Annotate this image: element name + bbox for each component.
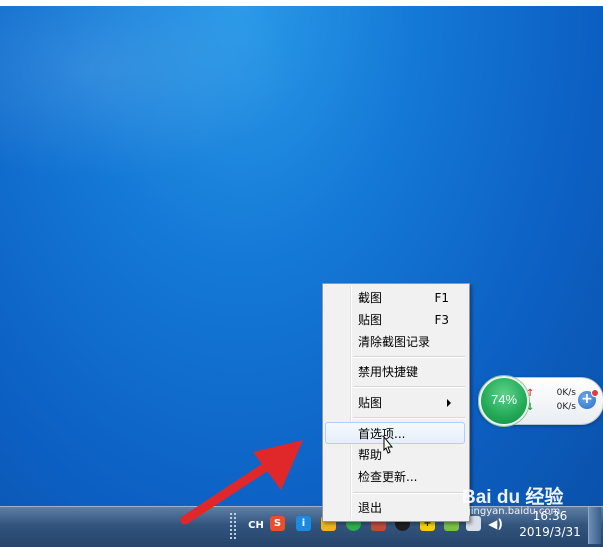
upload-arrow-icon: ↑ [526, 388, 535, 399]
menu-item-label: 帮助 [358, 448, 383, 462]
menu-item-label: 截图 [358, 291, 383, 305]
memory-usage-ball[interactable]: 74% [479, 376, 529, 426]
menu-item-paste-submenu[interactable]: 贴图 [325, 392, 465, 414]
menu-item-shortcut: F3 [434, 313, 449, 327]
menu-separator [353, 417, 465, 419]
upload-speed: 0K/s [556, 388, 576, 398]
menu-separator [353, 356, 465, 358]
menu-item-screenshot[interactable]: 截图 F1 [325, 287, 465, 309]
notification-dot [591, 389, 599, 397]
clock-date: 2019/3/31 [519, 525, 581, 539]
menu-item-shortcut: F1 [434, 291, 449, 305]
menu-item-clear-history[interactable]: 清除截图记录 [325, 331, 465, 353]
menu-separator [353, 492, 465, 494]
menu-item-paste-image[interactable]: 贴图 F3 [325, 309, 465, 331]
desktop-light-glow [0, 0, 300, 180]
submenu-arrow-icon [447, 399, 451, 407]
download-speed: 0K/s [556, 402, 576, 412]
watermark-brand: Bai du 经验 [462, 487, 564, 508]
menu-item-exit[interactable]: 退出 [325, 497, 465, 519]
menu-item-label: 退出 [358, 501, 383, 515]
download-arrow-icon: ↓ [526, 402, 535, 413]
menu-item-disable-hotkeys[interactable]: 禁用快捷键 [325, 361, 465, 383]
menu-item-label: 清除截图记录 [358, 335, 431, 349]
menu-item-label: 贴图 [358, 313, 383, 327]
memory-percent: 74% [490, 392, 518, 407]
network-speed-widget[interactable]: 74% ↑ 0K/s ↓ 0K/s + [478, 376, 603, 426]
mouse-cursor-icon [383, 436, 394, 454]
menu-item-check-update[interactable]: 检查更新... [325, 466, 465, 488]
tray-context-menu: 截图 F1 贴图 F3 清除截图记录 禁用快捷键 贴图 首选项... 帮助 检查… [322, 283, 470, 522]
menu-item-label: 禁用快捷键 [358, 365, 419, 379]
menu-item-label: 检查更新... [358, 470, 418, 484]
watermark-url: jingyan.baidu.com [468, 506, 561, 517]
menu-item-label: 贴图 [358, 396, 383, 410]
baidu-jingyan-watermark: Bai du 经验 jingyan.baidu.com [462, 482, 602, 522]
red-annotation-arrow-icon [180, 440, 303, 525]
menu-separator [353, 386, 465, 388]
